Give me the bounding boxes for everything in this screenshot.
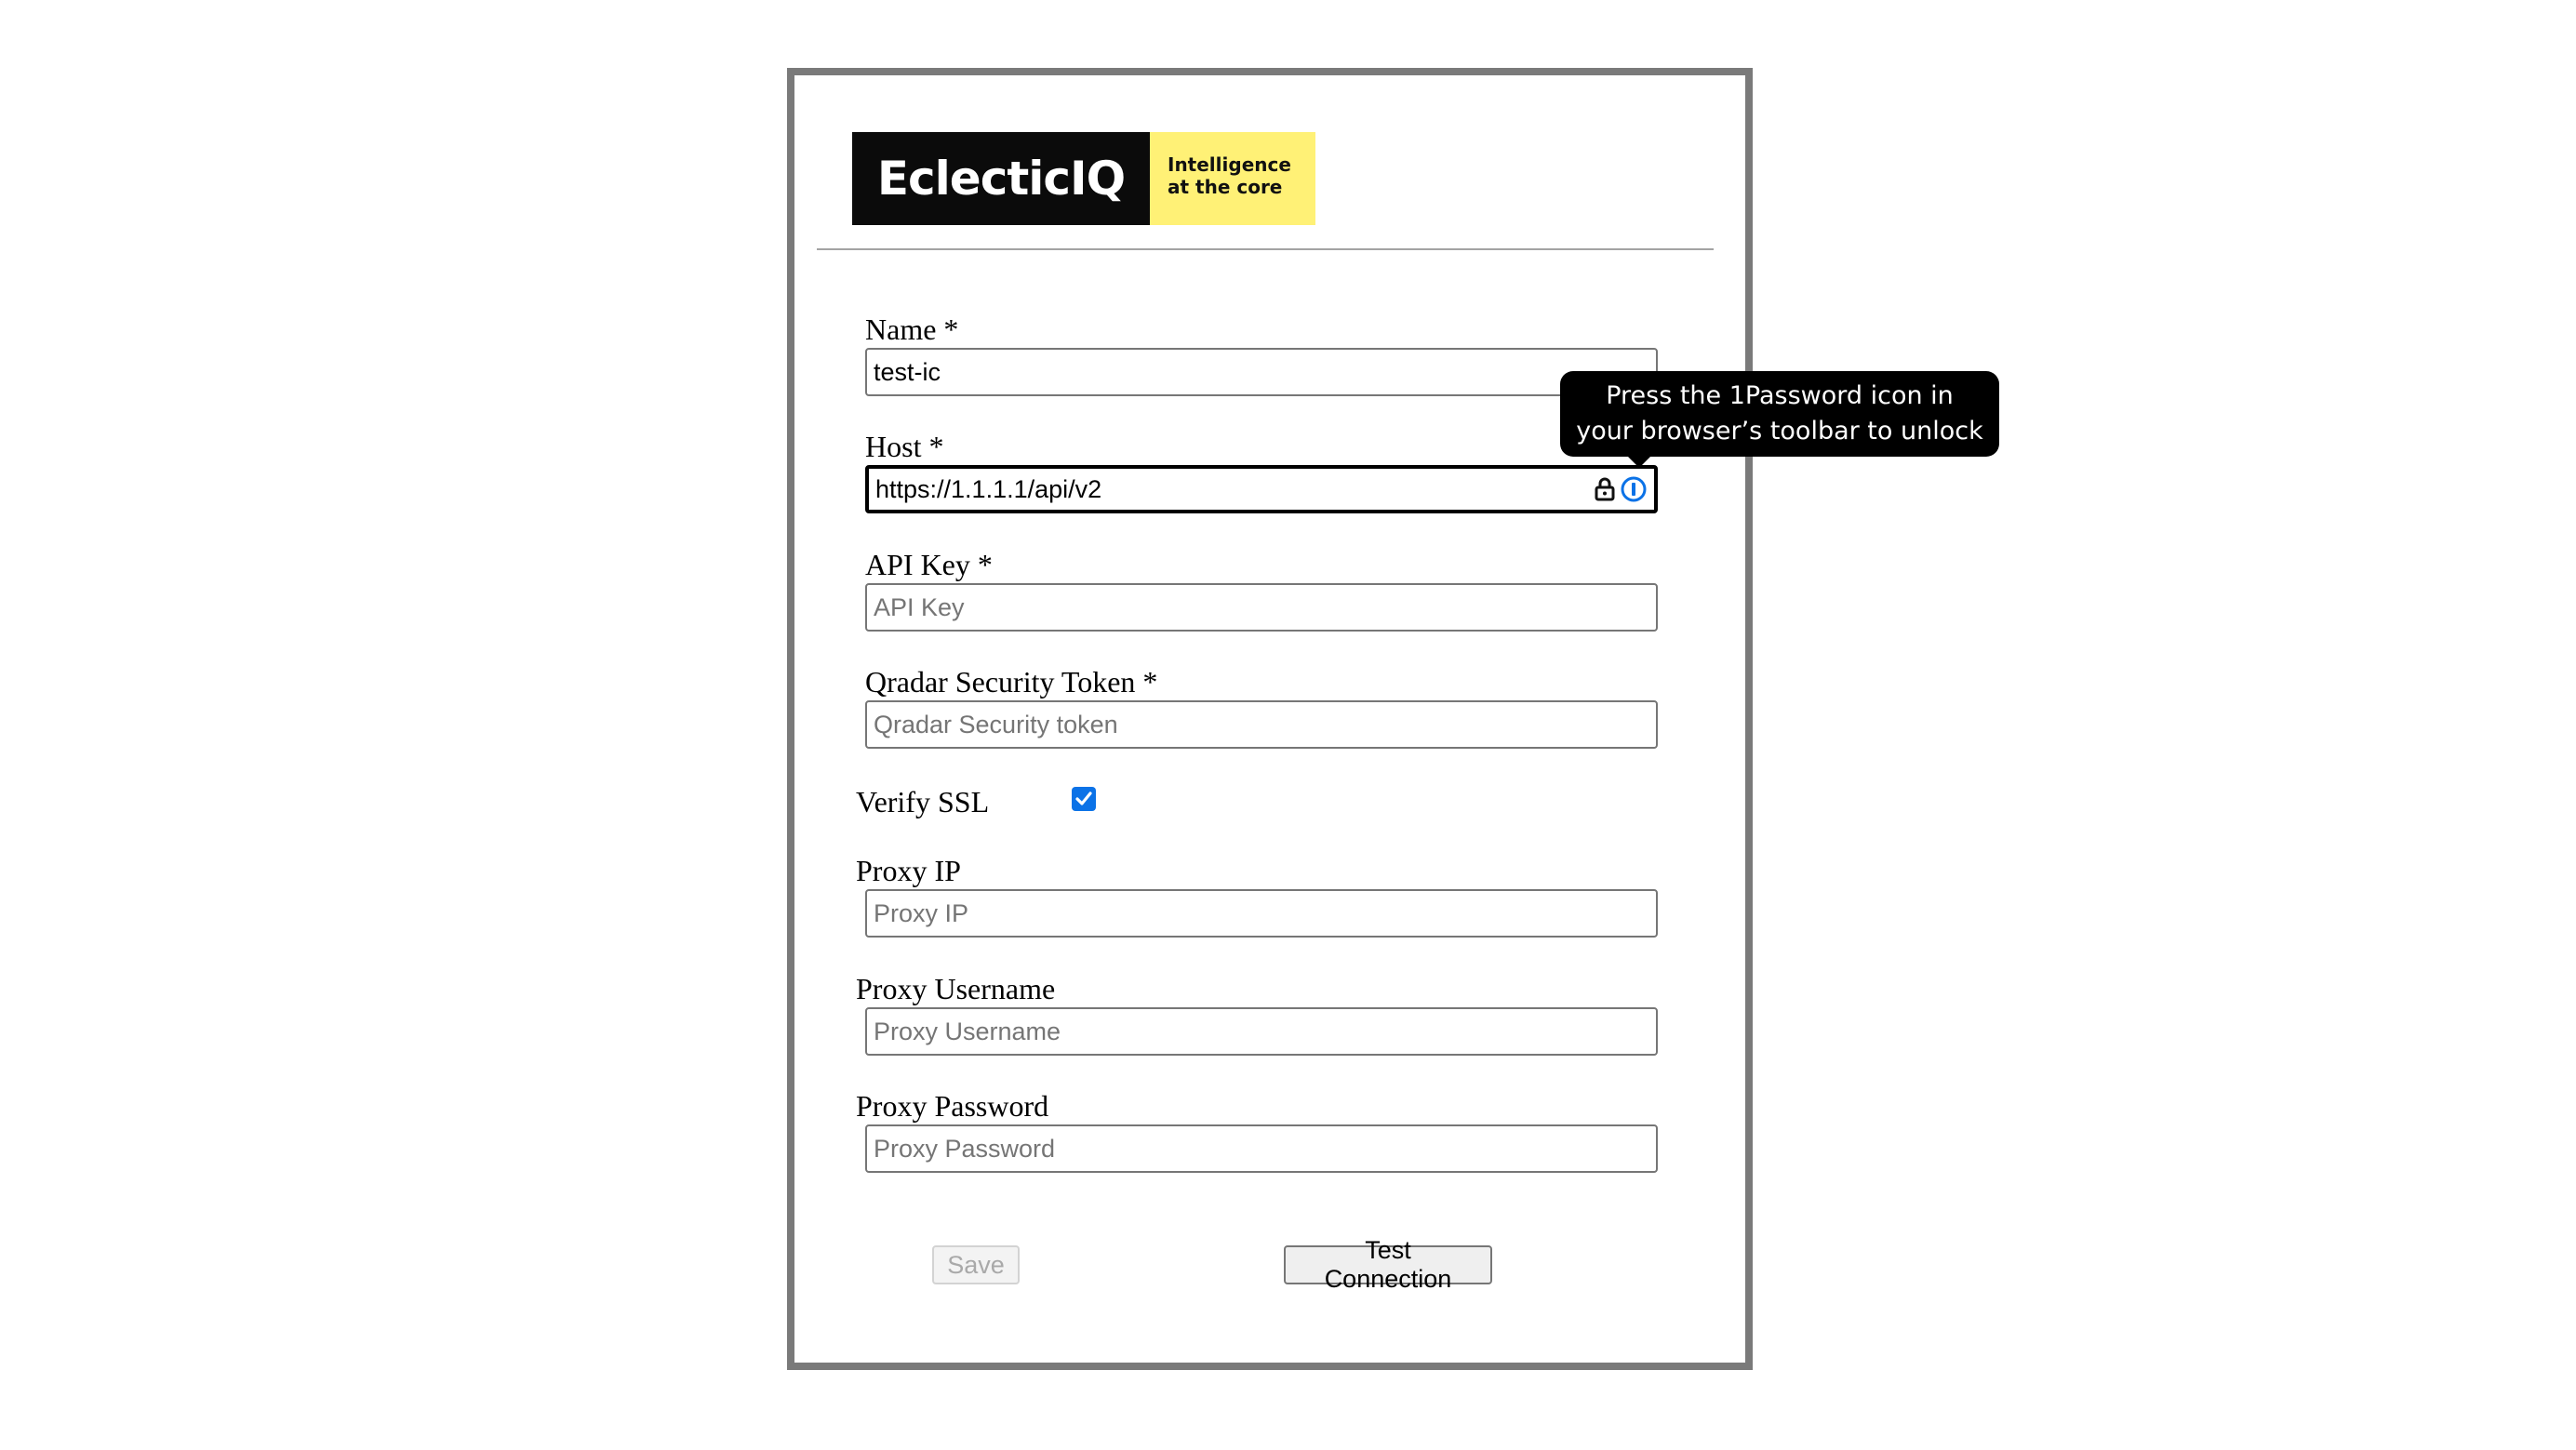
api-key-label: API Key *	[865, 548, 993, 581]
proxy-password-input[interactable]	[865, 1124, 1658, 1173]
qradar-token-input[interactable]	[865, 700, 1658, 749]
name-input[interactable]	[865, 348, 1658, 396]
verify-ssl-label: Verify SSL	[856, 785, 990, 818]
tooltip-line1: Press the 1Password icon in	[1606, 381, 1954, 410]
save-button[interactable]: Save	[932, 1245, 1020, 1284]
verify-ssl-checkbox[interactable]	[1072, 787, 1096, 811]
name-label: Name *	[865, 313, 959, 346]
checkmark-icon	[1075, 792, 1092, 805]
proxy-ip-input[interactable]	[865, 889, 1658, 938]
test-connection-button[interactable]: Test Connection	[1284, 1236, 1492, 1293]
proxy-username-input[interactable]	[865, 1007, 1658, 1056]
tooltip-arrow	[1626, 455, 1652, 468]
proxy-username-label: Proxy Username	[856, 972, 1056, 1005]
header-divider	[817, 248, 1714, 250]
eclecticiq-logo: EclecticIQ Intelligence at the core	[852, 132, 1315, 225]
proxy-ip-label: Proxy IP	[856, 854, 961, 887]
password-manager-icons	[1595, 472, 1647, 506]
logo-tagline: Intelligence at the core	[1150, 132, 1315, 225]
api-key-input[interactable]	[865, 583, 1658, 632]
logo-tagline-line1: Intelligence	[1168, 153, 1291, 176]
proxy-password-label: Proxy Password	[856, 1089, 1049, 1123]
lock-icon[interactable]	[1595, 477, 1615, 501]
1password-icon[interactable]	[1621, 476, 1647, 502]
tooltip-line2: your browser’s toolbar to unlock	[1576, 417, 1983, 446]
host-input[interactable]	[865, 465, 1658, 513]
qradar-token-label: Qradar Security Token *	[865, 665, 1158, 698]
logo-tagline-line2: at the core	[1168, 176, 1283, 198]
host-label: Host *	[865, 430, 944, 463]
logo-wordmark: EclecticIQ	[852, 132, 1150, 225]
1password-tooltip: Press the 1Password icon in your browser…	[1560, 371, 1999, 457]
